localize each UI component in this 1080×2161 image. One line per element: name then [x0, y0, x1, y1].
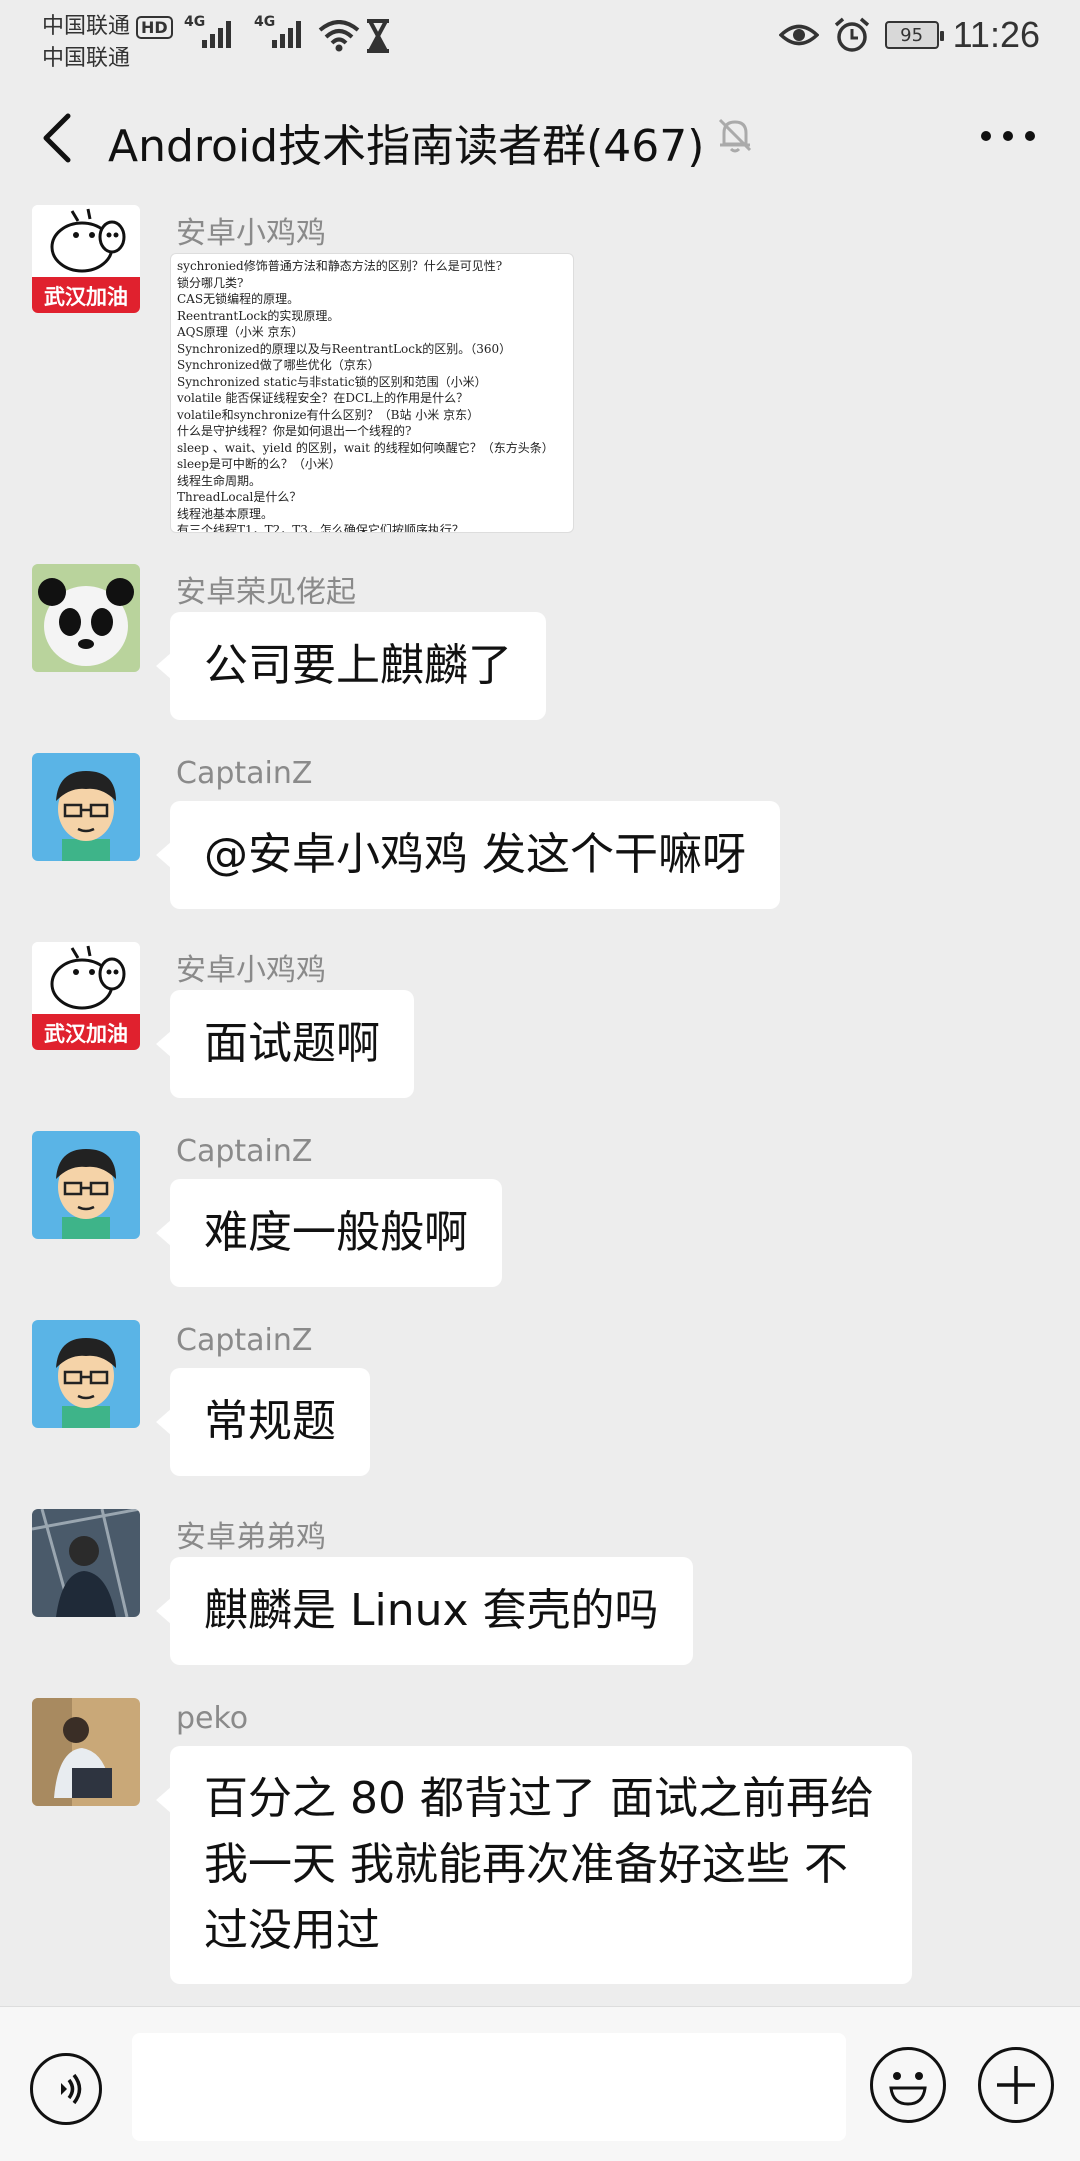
- image-text-line: 线程池基本原理。: [177, 506, 274, 521]
- mute-bell-icon: [718, 118, 752, 153]
- message-bubble[interactable]: 百分之 80 都背过了 面试之前再给我一天 我就能再次准备好这些 不过没用过: [156, 1746, 912, 1984]
- panda-avatar-icon: [32, 564, 140, 672]
- avatar[interactable]: [32, 753, 140, 861]
- sender-name: CaptainZ: [176, 1134, 313, 1169]
- avatar[interactable]: [32, 1131, 140, 1239]
- emoji-button[interactable]: [870, 2047, 946, 2123]
- image-text-line: AQS原理（小米 京东）: [177, 325, 304, 339]
- message-bubble[interactable]: 公司要上麒麟了: [156, 612, 546, 720]
- cartoon-man-avatar-icon: [32, 1320, 140, 1428]
- image-text-line: sleep是可中断的么？（小米）: [177, 457, 341, 471]
- image-text-line: ReentrantLock的实现原理。: [177, 308, 340, 323]
- back-icon[interactable]: [34, 108, 84, 168]
- page-title: Android技术指南读者群(467): [108, 121, 705, 172]
- message-bubble[interactable]: 常规题: [156, 1368, 370, 1476]
- hd-badge: HD: [136, 16, 173, 39]
- input-bar: [0, 2006, 1080, 2161]
- avatar[interactable]: [32, 1509, 140, 1617]
- image-text-line: 有三个线程T1，T2，T3，怎么确保它们按顺序执行？: [177, 523, 464, 533]
- voice-icon: [61, 2073, 82, 2105]
- status-bar: 中国联通 HD 中国联通 4G 4G 95 11:26: [0, 0, 1080, 72]
- photo-avatar-icon: [32, 1698, 140, 1806]
- image-text-line: Synchronized做了哪些优化（京东）: [177, 358, 380, 372]
- cartoon-man-avatar-icon: [32, 1131, 140, 1239]
- avatar[interactable]: [32, 564, 140, 672]
- image-text-line: CAS无锁编程的原理。: [177, 292, 300, 306]
- message-input[interactable]: [132, 2033, 846, 2141]
- avatar[interactable]: 武汉加油: [32, 205, 140, 313]
- plus-icon: [997, 2066, 1035, 2104]
- svg-text:武汉加油: 武汉加油: [44, 285, 128, 309]
- image-text-line: 什么是守护线程？你是如何退出一个线程的?: [177, 424, 412, 438]
- sender-name: CaptainZ: [176, 1323, 313, 1358]
- image-text-line: Synchronized static与非static锁的区别和范围（小米）: [177, 374, 487, 389]
- sender-name: 安卓荣见佬起: [176, 575, 356, 610]
- battery-icon: 95: [884, 21, 944, 49]
- image-text-line: 线程生命周期。: [177, 473, 262, 488]
- plus-button[interactable]: [978, 2047, 1054, 2123]
- emoji-icon: [889, 2072, 927, 2106]
- svg-text:武汉加油: 武汉加油: [44, 1022, 128, 1046]
- carrier-2: 中国联通: [42, 46, 131, 71]
- sender-name: CaptainZ: [176, 756, 313, 791]
- sender-name: 安卓小鸡鸡: [176, 953, 326, 988]
- message-bubble[interactable]: 麒麟是 Linux 套壳的吗: [156, 1557, 693, 1665]
- message-bubble[interactable]: 难度一般般啊: [156, 1179, 502, 1287]
- image-text-line: ThreadLocal是什么？: [177, 490, 302, 504]
- alarm-icon: [834, 17, 869, 52]
- sender-name: peko: [176, 1701, 249, 1736]
- sender-name: 安卓小鸡鸡: [176, 216, 326, 251]
- image-text-line: sleep 、wait、yield 的区别，wait 的线程如何唤醒它？（东方头…: [177, 440, 554, 455]
- avatar[interactable]: [32, 1320, 140, 1428]
- clock: 11:26: [952, 14, 1040, 55]
- eye-icon: [778, 24, 819, 46]
- sender-name: 安卓弟弟鸡: [176, 1520, 326, 1555]
- pig-avatar-icon: 武汉加油: [32, 942, 140, 1050]
- cartoon-man-avatar-icon: [32, 753, 140, 861]
- message-bubble[interactable]: @安卓小鸡鸡 发这个干嘛呀: [156, 801, 780, 909]
- image-text-line: Synchronized的原理以及与ReentrantLock的区别。（360）: [177, 341, 512, 356]
- carrier-1: 中国联通 HD: [42, 8, 173, 40]
- avatar[interactable]: 武汉加油: [32, 942, 140, 1050]
- avatar[interactable]: [32, 1698, 140, 1806]
- image-text-line: sychronied修饰普通方法和静态方法的区别？什么是可见性?: [177, 259, 503, 273]
- image-text-line: volatile 能否保证线程安全？在DCL上的作用是什么？: [177, 391, 469, 405]
- image-text-line: volatile和synchronize有什么区别？（B站 小米 京东）: [177, 407, 480, 422]
- wifi-icon: [318, 20, 360, 52]
- voice-button[interactable]: [30, 2053, 102, 2125]
- photo-avatar-icon: [32, 1509, 140, 1617]
- pig-avatar-icon: 武汉加油: [32, 205, 140, 313]
- hourglass-icon: [367, 19, 389, 53]
- image-text-line: 锁分哪几类?: [177, 275, 244, 290]
- chat-header: Android技术指南读者群(467): [0, 72, 1080, 202]
- more-icon[interactable]: [978, 124, 1038, 148]
- message-bubble[interactable]: 面试题啊: [156, 990, 414, 1098]
- image-message[interactable]: sychronied修饰普通方法和静态方法的区别？什么是可见性? 锁分哪几类? CA…: [170, 253, 574, 533]
